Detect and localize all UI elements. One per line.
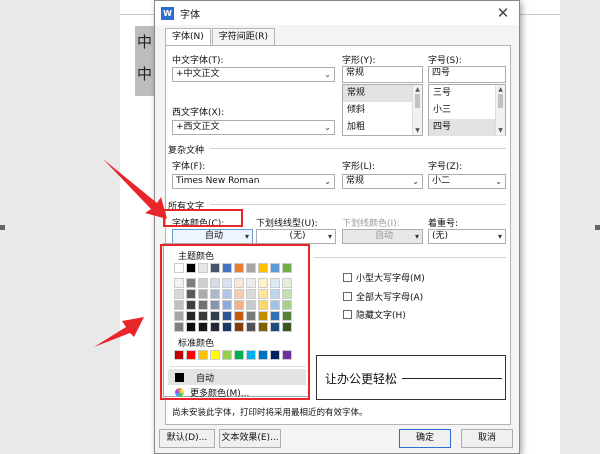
- scroll-thumb[interactable]: [415, 94, 420, 108]
- hidden-text-checkbox[interactable]: 隐藏文字(H): [343, 308, 406, 321]
- complex-font-label: 字体(F):: [172, 162, 206, 172]
- size-input[interactable]: 四号: [428, 66, 506, 83]
- chevron-down-icon: ⌄: [324, 177, 331, 186]
- emphasis-select[interactable]: (无) ▾: [428, 229, 506, 244]
- triangle-down-icon: ▾: [327, 232, 332, 241]
- section-divider: [314, 257, 506, 258]
- tab-font[interactable]: 字体(N): [165, 28, 211, 46]
- resize-handle[interactable]: [595, 225, 600, 230]
- resize-handle[interactable]: [0, 225, 5, 230]
- emphasis-label: 着重号:: [428, 219, 459, 229]
- underline-style-label: 下划线线型(U):: [256, 219, 318, 229]
- font-color-select[interactable]: 自动 ▾: [172, 229, 253, 244]
- list-item[interactable]: 小三: [429, 102, 505, 119]
- complex-size-label: 字号(Z):: [428, 162, 463, 172]
- tab-char-spacing[interactable]: 字符间距(R): [211, 28, 276, 45]
- list-item[interactable]: 倾斜: [343, 102, 422, 119]
- complex-font-select[interactable]: Times New Roman ⌄: [172, 174, 335, 189]
- annotation-arrow-bottom: [94, 317, 144, 347]
- scroll-up-icon[interactable]: ▲: [496, 85, 505, 94]
- complex-style-select[interactable]: 常规 ⌄: [342, 174, 423, 189]
- scroll-up-icon[interactable]: ▲: [413, 85, 422, 94]
- all-caps-checkbox[interactable]: 全部大写字母(A): [343, 290, 423, 303]
- annotation-arrow-top: [103, 159, 167, 219]
- scroll-down-icon[interactable]: ▼: [496, 126, 505, 135]
- underline-color-label: 下划线颜色(I):: [342, 219, 400, 229]
- close-button[interactable]: ✕: [493, 3, 513, 23]
- complex-size-select[interactable]: 小二 ⌄: [428, 174, 506, 189]
- underline-color-select: 自动 ▾: [342, 229, 423, 244]
- west-font-select[interactable]: +西文正文 ⌄: [172, 120, 335, 135]
- scrollbar[interactable]: ▲ ▼: [412, 85, 422, 135]
- preview-baseline: [402, 378, 502, 379]
- page-margin-line: [520, 14, 560, 15]
- chevron-down-icon: ⌄: [495, 177, 502, 186]
- underline-style-select[interactable]: (无) ▾: [256, 229, 336, 244]
- annotation-highlight-font-color-label: [163, 209, 243, 227]
- style-list[interactable]: 常规 倾斜 加粗 ▲ ▼: [342, 84, 423, 136]
- chevron-down-icon: ⌄: [324, 70, 331, 79]
- triangle-down-icon: ▾: [244, 232, 249, 241]
- scroll-thumb[interactable]: [498, 94, 503, 108]
- small-caps-checkbox[interactable]: 小型大写字母(M): [343, 271, 425, 284]
- triangle-down-icon: ▾: [497, 232, 502, 241]
- scrollbar[interactable]: ▲ ▼: [495, 85, 505, 135]
- chevron-down-icon: ⌄: [412, 177, 419, 186]
- list-item[interactable]: 三号: [429, 85, 505, 102]
- chevron-down-icon: ⌄: [324, 123, 331, 132]
- west-font-label: 西文字体(X):: [172, 108, 225, 118]
- section-divider: [210, 148, 506, 149]
- triangle-down-icon: ▾: [414, 232, 419, 241]
- list-item[interactable]: 四号: [429, 119, 505, 136]
- wps-app-icon: W: [161, 6, 174, 20]
- preview-box: 让办公更轻松: [316, 355, 506, 400]
- text-effect-button[interactable]: 文本效果(E)...: [219, 429, 281, 448]
- style-label: 字形(Y):: [342, 56, 376, 66]
- cn-font-label: 中文字体(T):: [172, 56, 224, 66]
- size-label: 字号(S):: [428, 56, 462, 66]
- size-list[interactable]: 三号 小三 四号 ▲ ▼: [428, 84, 506, 136]
- dialog-titlebar[interactable]: W 字体: [155, 1, 519, 25]
- checkbox-box[interactable]: [343, 292, 352, 301]
- list-item[interactable]: 常规: [343, 85, 422, 102]
- scroll-down-icon[interactable]: ▼: [413, 126, 422, 135]
- cn-font-select[interactable]: +中文正文 ⌄: [172, 67, 335, 82]
- complex-style-label: 字形(L):: [342, 162, 376, 172]
- ok-button[interactable]: 确定: [399, 429, 451, 448]
- cancel-button[interactable]: 取消: [461, 429, 513, 448]
- font-note: 尚未安装此字体，打印时将采用最相近的有效字体。: [172, 408, 368, 418]
- style-input[interactable]: 常规: [342, 66, 423, 83]
- dialog-title: 字体: [180, 9, 200, 21]
- checkbox-box[interactable]: [343, 273, 352, 282]
- default-button[interactable]: 默认(D)...: [159, 429, 215, 448]
- checkbox-box[interactable]: [343, 310, 352, 319]
- annotation-highlight-color-popup: [160, 244, 310, 400]
- list-item[interactable]: 加粗: [343, 119, 422, 136]
- section-divider: [210, 204, 506, 205]
- preview-text: 让办公更轻松: [325, 372, 398, 386]
- complex-section-title: 复杂文种: [168, 146, 205, 156]
